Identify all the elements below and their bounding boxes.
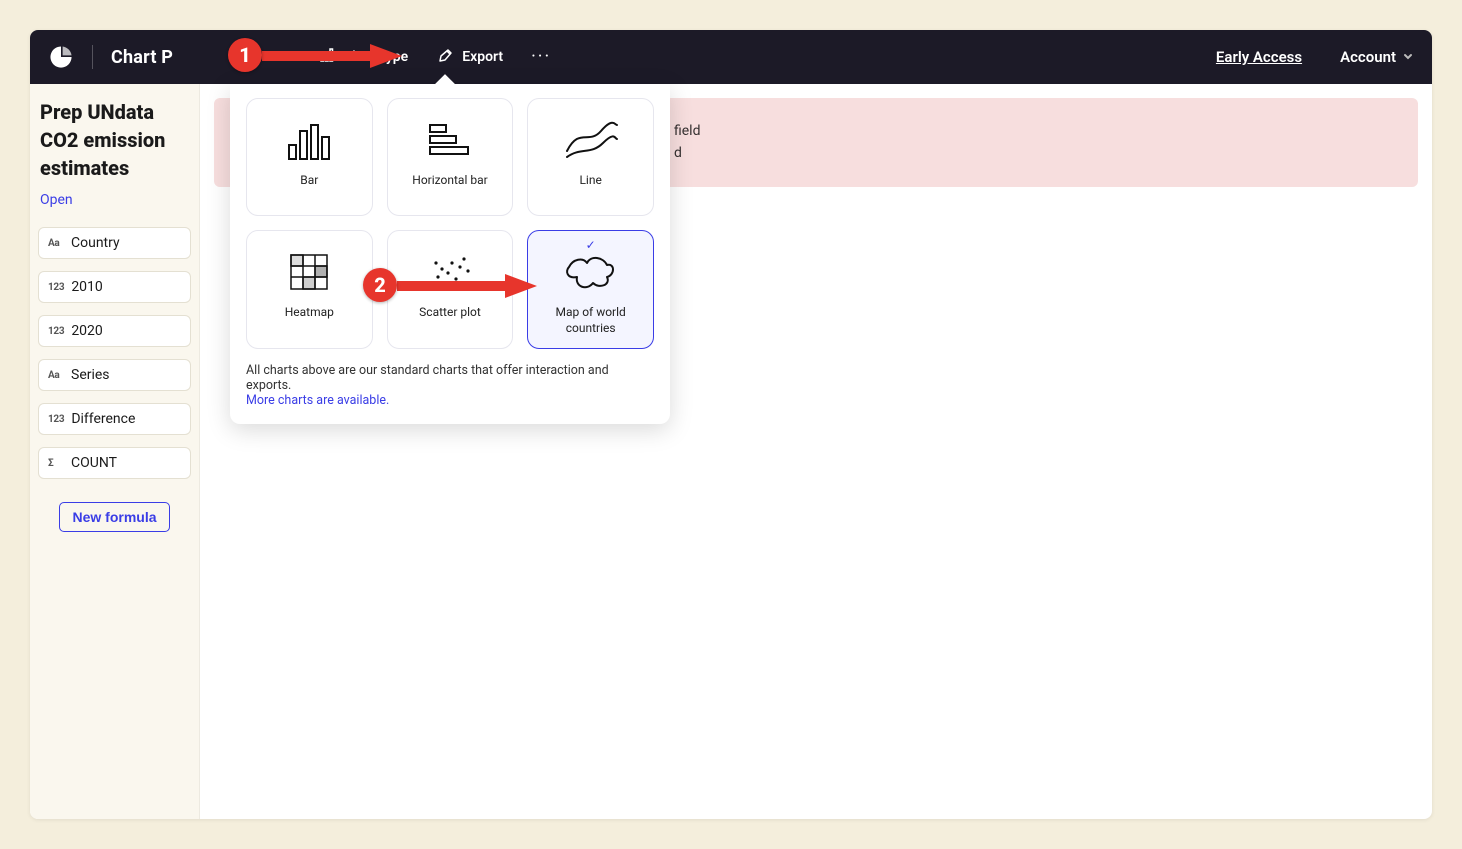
number-type-icon: 123 <box>48 282 64 293</box>
sigma-type-icon: Σ <box>48 458 64 469</box>
chart-type-grid: Bar Horizontal bar <box>246 98 654 349</box>
annotation-arrow-1-icon <box>262 42 402 70</box>
chart-type-option-horizontal-bar[interactable]: Horizontal bar <box>387 98 514 216</box>
chart-title[interactable]: Chart P <box>111 47 173 68</box>
field-pill-2010[interactable]: 123 2010 <box>38 271 191 303</box>
new-formula-button[interactable]: New formula <box>59 502 169 532</box>
sidebar: Prep UNdata CO2 emission estimates Open … <box>30 84 200 819</box>
field-label: Difference <box>71 411 135 427</box>
number-type-icon: 123 <box>48 414 64 425</box>
ellipsis-icon: ··· <box>531 46 551 67</box>
export-button[interactable]: Export <box>430 41 511 73</box>
line-chart-icon <box>561 117 621 163</box>
heatmap-chart-icon <box>279 249 339 295</box>
field-label: 2010 <box>71 279 102 295</box>
app-logo-icon[interactable] <box>48 44 74 70</box>
field-pill-count[interactable]: Σ COUNT <box>38 447 191 479</box>
chart-type-label: Line <box>579 173 601 189</box>
account-menu-button[interactable]: Account <box>1340 48 1414 66</box>
export-label: Export <box>462 49 503 65</box>
field-pill-difference[interactable]: 123 Difference <box>38 403 191 435</box>
chart-type-option-bar[interactable]: Bar <box>246 98 373 216</box>
field-label: 2020 <box>71 323 102 339</box>
horizontal-bar-chart-icon <box>420 117 480 163</box>
field-label: Country <box>71 235 120 251</box>
dropdown-footer: All charts above are our standard charts… <box>246 363 654 408</box>
chart-type-label: Horizontal bar <box>412 173 487 189</box>
dropdown-footer-text: All charts above are our standard charts… <box>246 363 609 393</box>
field-label: Series <box>71 367 110 383</box>
export-icon <box>438 47 454 67</box>
field-label: COUNT <box>71 455 117 471</box>
world-map-icon <box>561 249 621 295</box>
chart-type-option-world-map[interactable]: ✓ Map of world countries <box>527 230 654 349</box>
check-icon: ✓ <box>528 238 653 252</box>
data-source-title: Prep UNdata CO2 emission estimates <box>30 98 199 186</box>
error-text-line2: d <box>674 142 1396 164</box>
bar-chart-icon <box>279 117 339 163</box>
chart-type-option-heatmap[interactable]: Heatmap <box>246 230 373 349</box>
more-menu-button[interactable]: ··· <box>525 44 557 70</box>
chart-type-label: Map of world countries <box>536 305 645 336</box>
app-window: Chart P Chart type Export ··· Early Acce… <box>30 30 1432 819</box>
chart-type-label: Heatmap <box>285 305 334 321</box>
text-type-icon: Aa <box>48 238 64 249</box>
open-data-link[interactable]: Open <box>30 192 199 218</box>
number-type-icon: 123 <box>48 326 64 337</box>
annotation-badge-2: 2 <box>363 268 397 302</box>
chevron-down-icon <box>1402 48 1414 66</box>
annotation-badge-1: 1 <box>228 38 262 72</box>
field-pill-series[interactable]: Aa Series <box>38 359 191 391</box>
chart-type-option-line[interactable]: Line <box>527 98 654 216</box>
error-text-line1: field <box>674 120 1396 142</box>
more-charts-link[interactable]: More charts are available. <box>246 393 389 408</box>
text-type-icon: Aa <box>48 370 64 381</box>
chart-type-label: Scatter plot <box>419 305 481 321</box>
early-access-link[interactable]: Early Access <box>1216 48 1302 66</box>
divider <box>92 45 93 69</box>
chart-type-label: Bar <box>300 173 318 189</box>
account-label: Account <box>1340 48 1396 66</box>
chart-type-dropdown: Bar Horizontal bar <box>230 84 670 424</box>
annotation-arrow-2-icon <box>397 272 537 300</box>
field-pill-country[interactable]: Aa Country <box>38 227 191 259</box>
field-pill-2020[interactable]: 123 2020 <box>38 315 191 347</box>
